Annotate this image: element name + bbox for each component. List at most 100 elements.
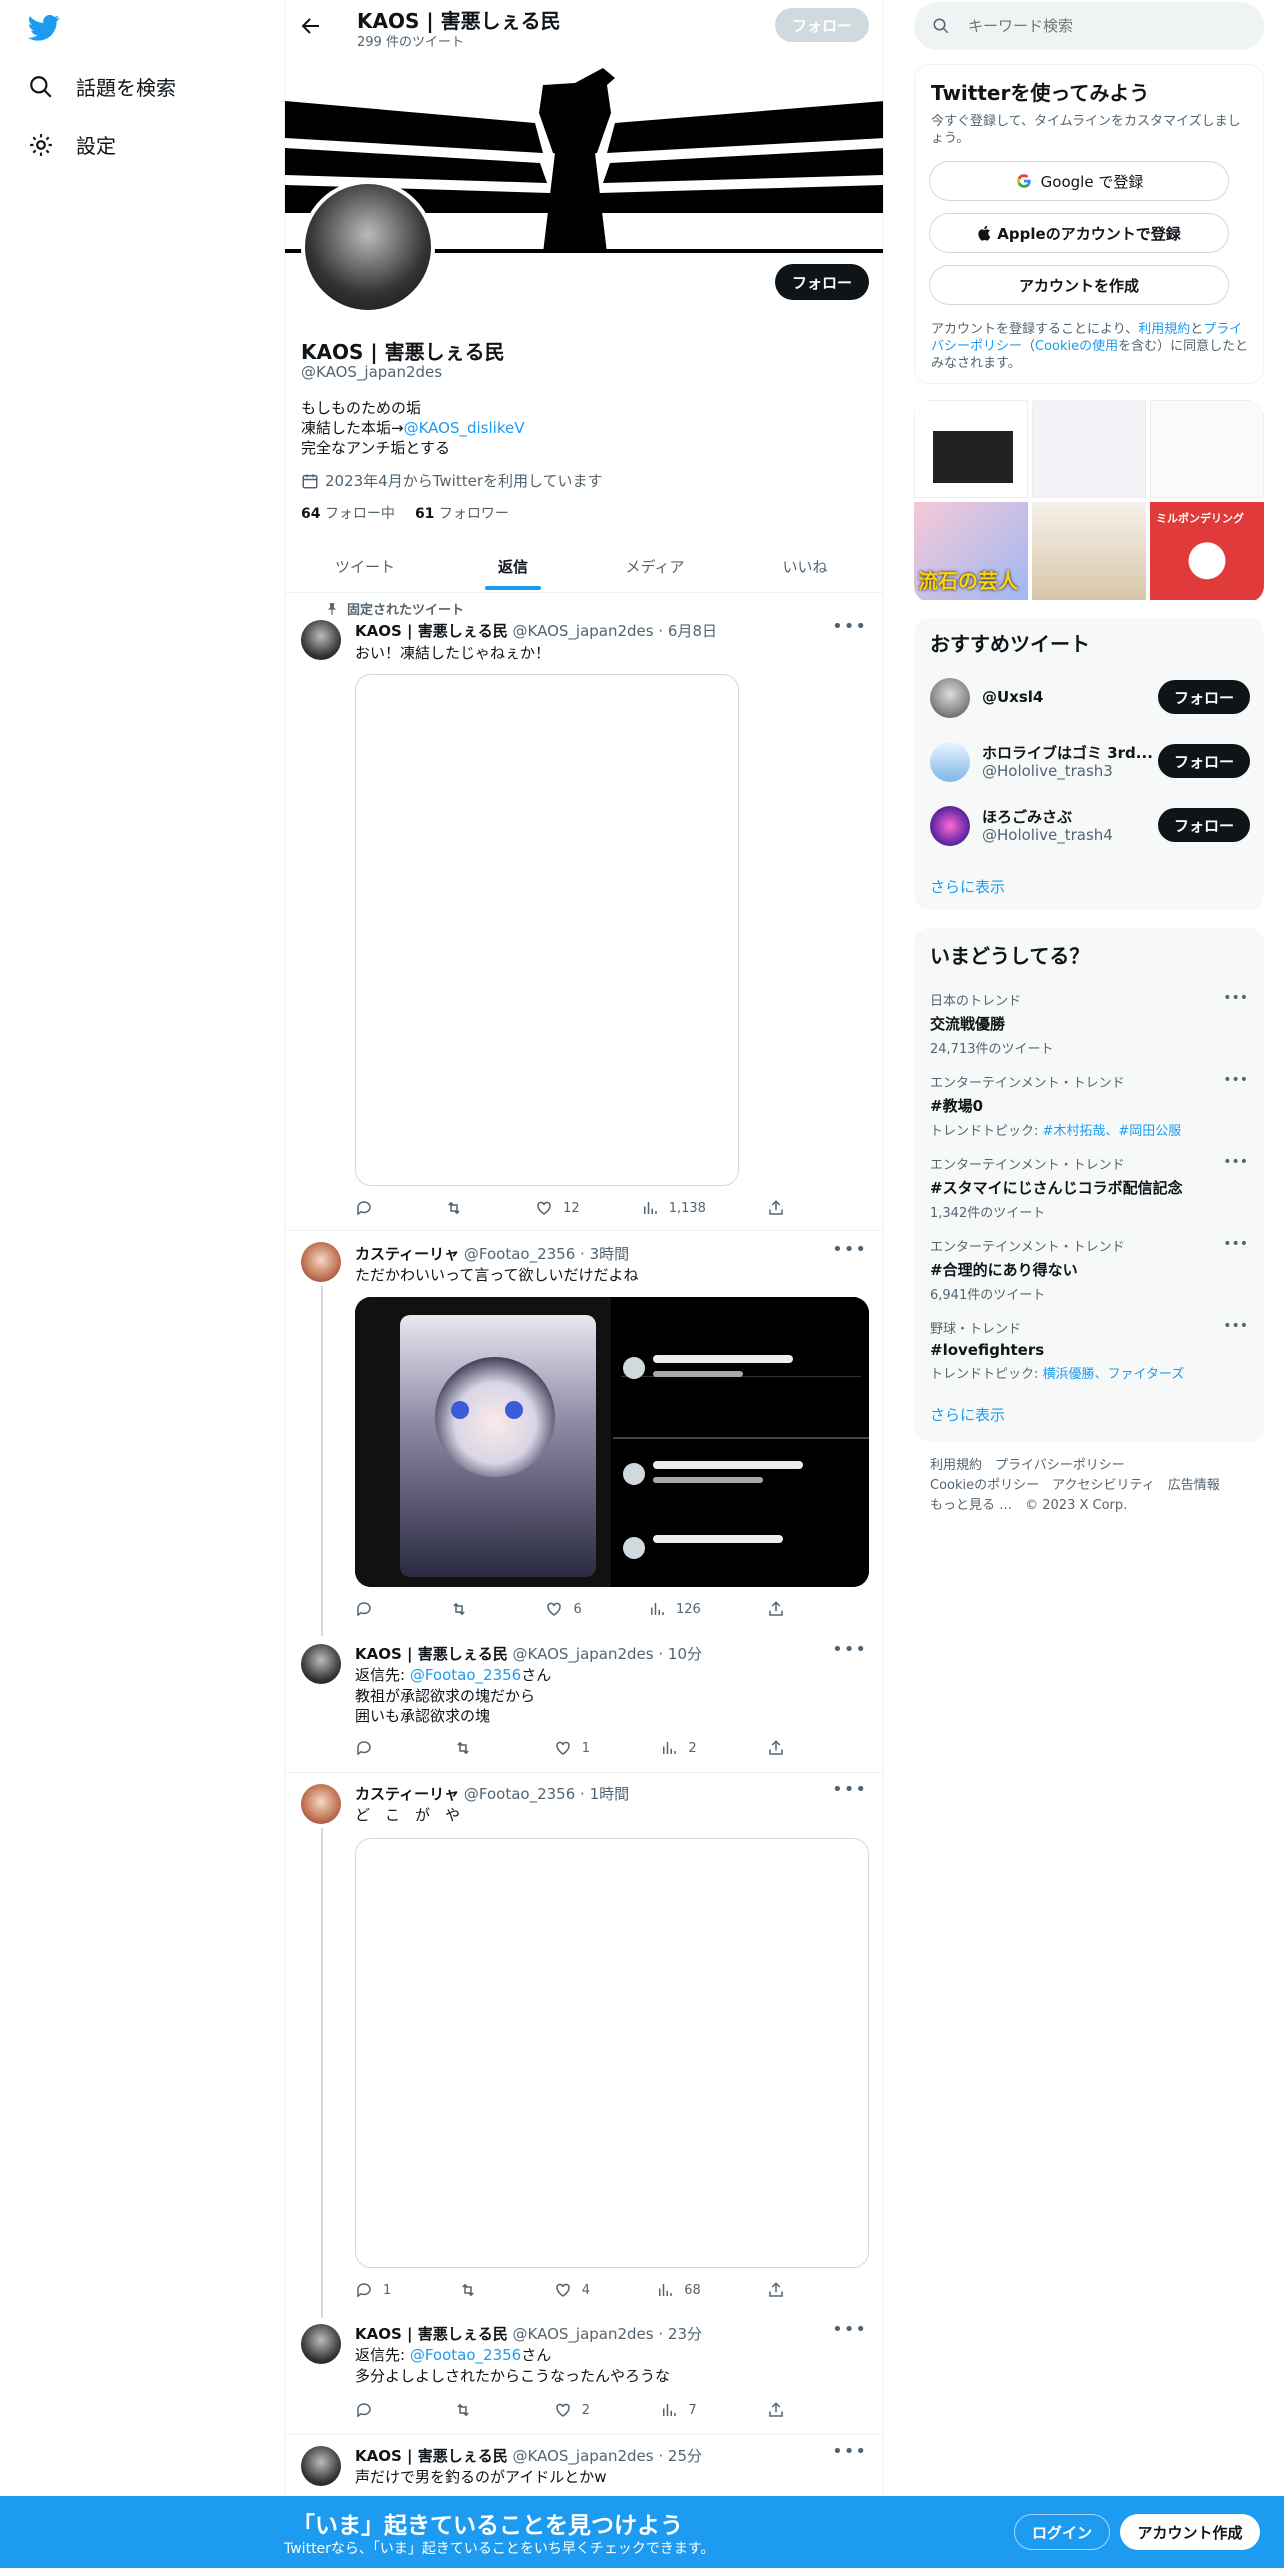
trend-topic-links[interactable]: #木村拓哉、#岡田公服: [1043, 1124, 1182, 1139]
search-input[interactable]: [968, 17, 1228, 35]
login-button[interactable]: ログイン: [1014, 2514, 1110, 2550]
create-account-button[interactable]: アカウントを作成: [929, 265, 1229, 305]
tweet-time[interactable]: · 1時間: [580, 1785, 629, 1803]
nav-explore[interactable]: 話題を検索: [28, 72, 176, 101]
media-image-anime[interactable]: [355, 1297, 611, 1587]
more-icon[interactable]: •••: [832, 2441, 867, 2462]
views-button[interactable]: 68: [656, 2280, 701, 2300]
more-icon[interactable]: •••: [832, 616, 867, 637]
footer-line[interactable]: もっと見る … © 2023 X Corp.: [930, 1496, 1220, 1516]
like-button[interactable]: 1: [554, 1738, 590, 1758]
tweet-author-name[interactable]: KAOS | 害悪しぇる民: [355, 1645, 508, 1663]
views-button[interactable]: 1,138: [641, 1198, 706, 1218]
tweet-author-handle[interactable]: @Footao_2356: [464, 1245, 575, 1263]
tweet-media-placeholder[interactable]: [355, 674, 739, 1186]
retweet-button[interactable]: [444, 1198, 474, 1218]
reply-button[interactable]: [355, 2400, 383, 2420]
views-button[interactable]: 7: [660, 2400, 697, 2420]
cookie-link[interactable]: Cookieの使用: [1035, 339, 1118, 354]
tweet-time[interactable]: · 3時間: [580, 1245, 629, 1263]
avatar[interactable]: [930, 806, 970, 846]
media-image-screenshot[interactable]: [613, 1297, 869, 1587]
google-signup-button[interactable]: Google で登録: [929, 161, 1229, 201]
share-button[interactable]: [767, 1599, 785, 1619]
avatar[interactable]: [930, 678, 970, 718]
follow-button[interactable]: フォロー: [1158, 680, 1250, 714]
more-icon[interactable]: •••: [1223, 1318, 1248, 1334]
header-follow-button[interactable]: フォロー: [775, 8, 869, 42]
back-arrow-icon[interactable]: [299, 14, 323, 38]
retweet-button[interactable]: [449, 1599, 479, 1619]
reply-to-link[interactable]: @Footao_2356: [410, 1666, 521, 1684]
nav-settings[interactable]: 設定: [28, 130, 116, 159]
reply-button[interactable]: [355, 1198, 383, 1218]
apple-signup-button[interactable]: Appleのアカウントで登録: [929, 213, 1229, 253]
tweet-author-handle[interactable]: @KAOS_japan2des: [513, 2325, 654, 2343]
recommended-handle[interactable]: @Hololive_trash3: [982, 762, 1113, 780]
recommended-handle[interactable]: @Hololive_trash4: [982, 826, 1113, 844]
more-icon[interactable]: •••: [832, 1639, 867, 1660]
recommended-show-more[interactable]: さらに表示: [930, 876, 1005, 897]
reply-to-link[interactable]: @Footao_2356: [410, 2346, 521, 2364]
share-button[interactable]: [767, 1738, 785, 1758]
share-button[interactable]: [767, 1198, 785, 1218]
avatar[interactable]: [301, 2446, 341, 2486]
reply-button[interactable]: [355, 1599, 383, 1619]
avatar[interactable]: [301, 1784, 341, 1824]
avatar[interactable]: [301, 1644, 341, 1684]
retweet-button[interactable]: [453, 2400, 483, 2420]
more-icon[interactable]: •••: [832, 1779, 867, 1800]
tweet-author-name[interactable]: KAOS | 害悪しぇる民: [355, 2447, 508, 2465]
reply-button[interactable]: 1: [355, 2280, 391, 2300]
more-icon[interactable]: •••: [832, 1239, 867, 1260]
bio-mention-link[interactable]: @KAOS_dislikeV: [404, 419, 525, 437]
recommended-name[interactable]: ほろごみさぶ: [982, 806, 1072, 827]
trend-item[interactable]: エンターテインメント・トレンド #教場0 トレンドトピック: #木村拓哉、#岡田…: [930, 1072, 1248, 1139]
share-button[interactable]: [767, 2280, 785, 2300]
retweet-button[interactable]: [458, 2280, 488, 2300]
follow-button[interactable]: フォロー: [1158, 744, 1250, 778]
tweet-author-name[interactable]: カスティーリャ: [355, 1245, 459, 1263]
twitter-logo-icon[interactable]: [28, 14, 60, 42]
search-box[interactable]: [914, 2, 1264, 50]
more-icon[interactable]: •••: [832, 2319, 867, 2340]
tweet-author-handle[interactable]: @KAOS_japan2des: [513, 2447, 654, 2465]
trend-item[interactable]: 日本のトレンド 交流戦優勝 24,713件のツイート •••: [930, 990, 1248, 1057]
tweet-author-handle[interactable]: @Footao_2356: [464, 1785, 575, 1803]
like-button[interactable]: 12: [535, 1198, 580, 1218]
tweet-author-name[interactable]: KAOS | 害悪しぇる民: [355, 2325, 508, 2343]
tweet-time[interactable]: · 10分: [658, 1645, 702, 1663]
tweet-author-handle[interactable]: @KAOS_japan2des: [513, 1645, 654, 1663]
profile-follow-button[interactable]: フォロー: [775, 264, 869, 300]
avatar[interactable]: [301, 1242, 341, 1282]
trend-item[interactable]: 野球・トレンド #lovefighters トレンドトピック: 横浜優勝、ファイ…: [930, 1318, 1248, 1382]
avatar[interactable]: [930, 742, 970, 782]
tweet-media-grid[interactable]: [355, 1297, 869, 1587]
avatar[interactable]: [301, 2324, 341, 2364]
trends-show-more[interactable]: さらに表示: [930, 1404, 1005, 1425]
tab-likes[interactable]: いいね: [725, 540, 883, 592]
tweet-time[interactable]: · 25分: [658, 2447, 702, 2465]
media-thumb[interactable]: [1150, 400, 1264, 498]
following-link[interactable]: 64 フォロー中: [301, 503, 395, 523]
media-thumb[interactable]: [914, 400, 1028, 498]
more-icon[interactable]: •••: [1223, 1236, 1248, 1252]
follow-button[interactable]: フォロー: [1158, 808, 1250, 842]
media-thumb[interactable]: 流石の芸人: [914, 502, 1028, 600]
more-icon[interactable]: •••: [1223, 990, 1248, 1006]
recommended-name[interactable]: ホロライブはゴミ 3rd...: [982, 742, 1153, 763]
like-button[interactable]: 4: [554, 2280, 590, 2300]
tab-media[interactable]: メディア: [575, 540, 735, 592]
like-button[interactable]: 2: [554, 2400, 590, 2420]
terms-link[interactable]: 利用規約: [1138, 322, 1190, 337]
share-button[interactable]: [767, 2400, 785, 2420]
tweet-time[interactable]: · 23分: [658, 2325, 702, 2343]
more-icon[interactable]: •••: [1223, 1154, 1248, 1170]
recommended-name[interactable]: @Uxsl4: [982, 688, 1043, 706]
footer-line[interactable]: Cookieのポリシー アクセシビリティ 広告情報: [930, 1476, 1220, 1496]
media-thumb[interactable]: [1032, 502, 1146, 600]
tweet-time[interactable]: · 6月8日: [658, 622, 717, 640]
signup-button[interactable]: アカウント作成: [1120, 2514, 1260, 2550]
trend-item[interactable]: エンターテインメント・トレンド #スタマイにじさんじコラボ配信記念 1,342件…: [930, 1154, 1248, 1221]
trend-topic-links[interactable]: 横浜優勝、ファイターズ: [1043, 1367, 1185, 1382]
